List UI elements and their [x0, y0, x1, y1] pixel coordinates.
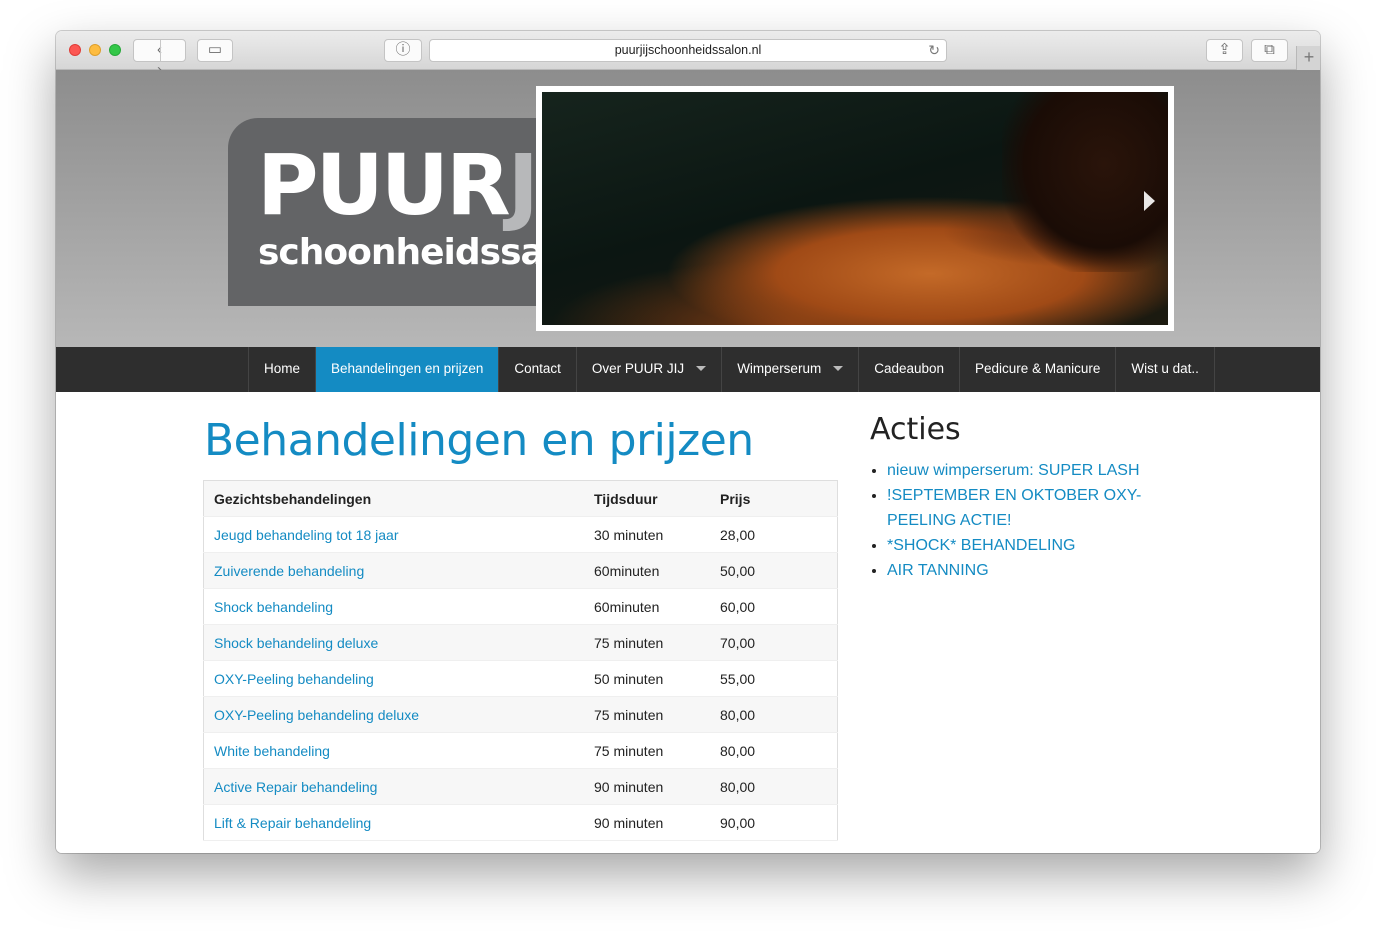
minimize-window-button[interactable]: [89, 44, 101, 56]
acties-link[interactable]: *SHOCK* BEHANDELING: [887, 533, 1177, 558]
table-row: OXY-Peeling behandeling 50 minuten 55,00: [203, 660, 838, 697]
page-title: Behandelingen en prijzen: [204, 415, 754, 466]
price-cell: 28,00: [710, 516, 838, 553]
duration-cell: 75 minuten: [584, 624, 710, 661]
nav-menu: Home Behandelingen en prijzen Contact Ov…: [248, 347, 1215, 392]
duration-cell: 75 minuten: [584, 696, 710, 733]
treatment-link[interactable]: Lift & Repair behandeling: [203, 804, 584, 841]
treatment-link[interactable]: OXY-Peeling behandeling: [203, 660, 584, 697]
close-window-button[interactable]: [69, 44, 81, 56]
nav-item-cadeaubon[interactable]: Cadeaubon: [859, 347, 961, 392]
duration-cell: 60minuten: [584, 588, 710, 625]
info-icon[interactable]: ⓘ: [384, 39, 422, 62]
acties-link[interactable]: !SEPTEMBER EN OKTOBER OXY-PEELING ACTIE!: [887, 483, 1177, 533]
price-cell: 70,00: [710, 624, 838, 661]
sidebar-icon[interactable]: ▭: [197, 39, 233, 62]
nav-item-behandelingen[interactable]: Behandelingen en prijzen: [316, 347, 500, 392]
nav-item-over-puur-jij[interactable]: Over PUUR JIJ: [577, 347, 723, 392]
acties-list: nieuw wimperserum: SUPER LASH !SEPTEMBER…: [868, 458, 1177, 583]
table-row: Jeugd behandeling tot 18 jaar 30 minuten…: [203, 516, 838, 553]
duration-cell: 30 minuten: [584, 516, 710, 553]
web-page: PUURJIJ schoonheidssalon Home Behandelin…: [56, 70, 1320, 853]
treatment-link[interactable]: Shock behandeling deluxe: [203, 624, 584, 661]
dropdown-caret-icon: [696, 365, 707, 371]
sidebar-title: Acties: [870, 412, 961, 447]
price-cell: 50,00: [710, 552, 838, 589]
zoom-window-button[interactable]: [109, 44, 121, 56]
duration-cell: 90 minuten: [584, 804, 710, 841]
price-table: Gezichtsbehandelingen Tijdsduur Prijs Je…: [203, 480, 838, 841]
column-header-prijs: Prijs: [710, 480, 838, 517]
history-nav-group: ‹›: [133, 39, 186, 78]
table-row: Zuiverende behandeling 60minuten 50,00: [203, 552, 838, 589]
price-cell: 60,00: [710, 588, 838, 625]
share-icon[interactable]: ⇪: [1206, 39, 1243, 62]
browser-window: ‹› ▭ ⓘ puurjijschoonheidssalon.nl ↻ ⇪ ⧉ …: [56, 31, 1320, 853]
header-slideshow: [536, 86, 1174, 331]
price-cell: 90,00: [710, 804, 838, 841]
nav-item-label: Wimperserum: [737, 361, 822, 376]
slider-next-icon[interactable]: [1144, 191, 1155, 211]
price-cell: 55,00: [710, 660, 838, 697]
table-row: Shock behandeling deluxe 75 minuten 70,0…: [203, 624, 838, 661]
column-header-behandeling: Gezichtsbehandelingen: [203, 480, 584, 517]
column-header-tijdsduur: Tijdsduur: [584, 480, 710, 517]
table-row: Shock behandeling 60minuten 60,00: [203, 588, 838, 625]
slideshow-image: [542, 92, 1168, 325]
nav-item-home[interactable]: Home: [249, 347, 317, 392]
site-header: PUURJIJ schoonheidssalon: [56, 70, 1320, 347]
duration-cell: 50 minuten: [584, 660, 710, 697]
dropdown-caret-icon: [833, 365, 844, 371]
table-row: Lift & Repair behandeling 90 minuten 90,…: [203, 804, 838, 841]
nav-item-pedicure-manicure[interactable]: Pedicure & Manicure: [960, 347, 1117, 392]
browser-toolbar: ‹› ▭ ⓘ puurjijschoonheidssalon.nl ↻ ⇪ ⧉ …: [56, 31, 1320, 78]
table-row: White behandeling 75 minuten 80,00: [203, 732, 838, 769]
main-content: Behandelingen en prijzen Gezichtsbehande…: [56, 392, 1320, 853]
nav-item-wimperserum[interactable]: Wimperserum: [722, 347, 860, 392]
main-navigation: Home Behandelingen en prijzen Contact Ov…: [56, 347, 1320, 392]
url-text: puurjijschoonheidssalon.nl: [614, 43, 762, 57]
acties-link[interactable]: AIR TANNING: [887, 558, 1177, 583]
treatment-link[interactable]: White behandeling: [203, 732, 584, 769]
divider: [160, 40, 161, 61]
price-cell: 80,00: [710, 732, 838, 769]
duration-cell: 90 minuten: [584, 768, 710, 805]
treatment-link[interactable]: Jeugd behandeling tot 18 jaar: [203, 516, 584, 553]
price-cell: 80,00: [710, 768, 838, 805]
table-row: Active Repair behandeling 90 minuten 80,…: [203, 768, 838, 805]
acties-link[interactable]: nieuw wimperserum: SUPER LASH: [887, 458, 1177, 483]
nav-item-contact[interactable]: Contact: [499, 347, 577, 392]
treatment-link[interactable]: Zuiverende behandeling: [203, 552, 584, 589]
treatment-link[interactable]: OXY-Peeling behandeling deluxe: [203, 696, 584, 733]
nav-item-label: Over PUUR JIJ: [591, 361, 685, 376]
address-bar[interactable]: puurjijschoonheidssalon.nl ↻: [429, 39, 947, 62]
duration-cell: 60minuten: [584, 552, 710, 589]
table-row: OXY-Peeling behandeling deluxe 75 minute…: [203, 696, 838, 733]
price-cell: 80,00: [710, 696, 838, 733]
treatment-link[interactable]: Active Repair behandeling: [203, 768, 584, 805]
treatment-link[interactable]: Shock behandeling: [203, 588, 584, 625]
reload-icon[interactable]: ↻: [928, 40, 940, 61]
table-header-row: Gezichtsbehandelingen Tijdsduur Prijs: [203, 480, 838, 517]
nav-item-wist-u-dat[interactable]: Wist u dat..: [1116, 347, 1215, 392]
slideshow-image-detail: [1002, 92, 1168, 272]
new-tab-icon[interactable]: +: [1296, 46, 1320, 70]
tabs-icon[interactable]: ⧉: [1251, 39, 1288, 62]
logo-puur: PUUR: [257, 136, 511, 234]
duration-cell: 75 minuten: [584, 732, 710, 769]
